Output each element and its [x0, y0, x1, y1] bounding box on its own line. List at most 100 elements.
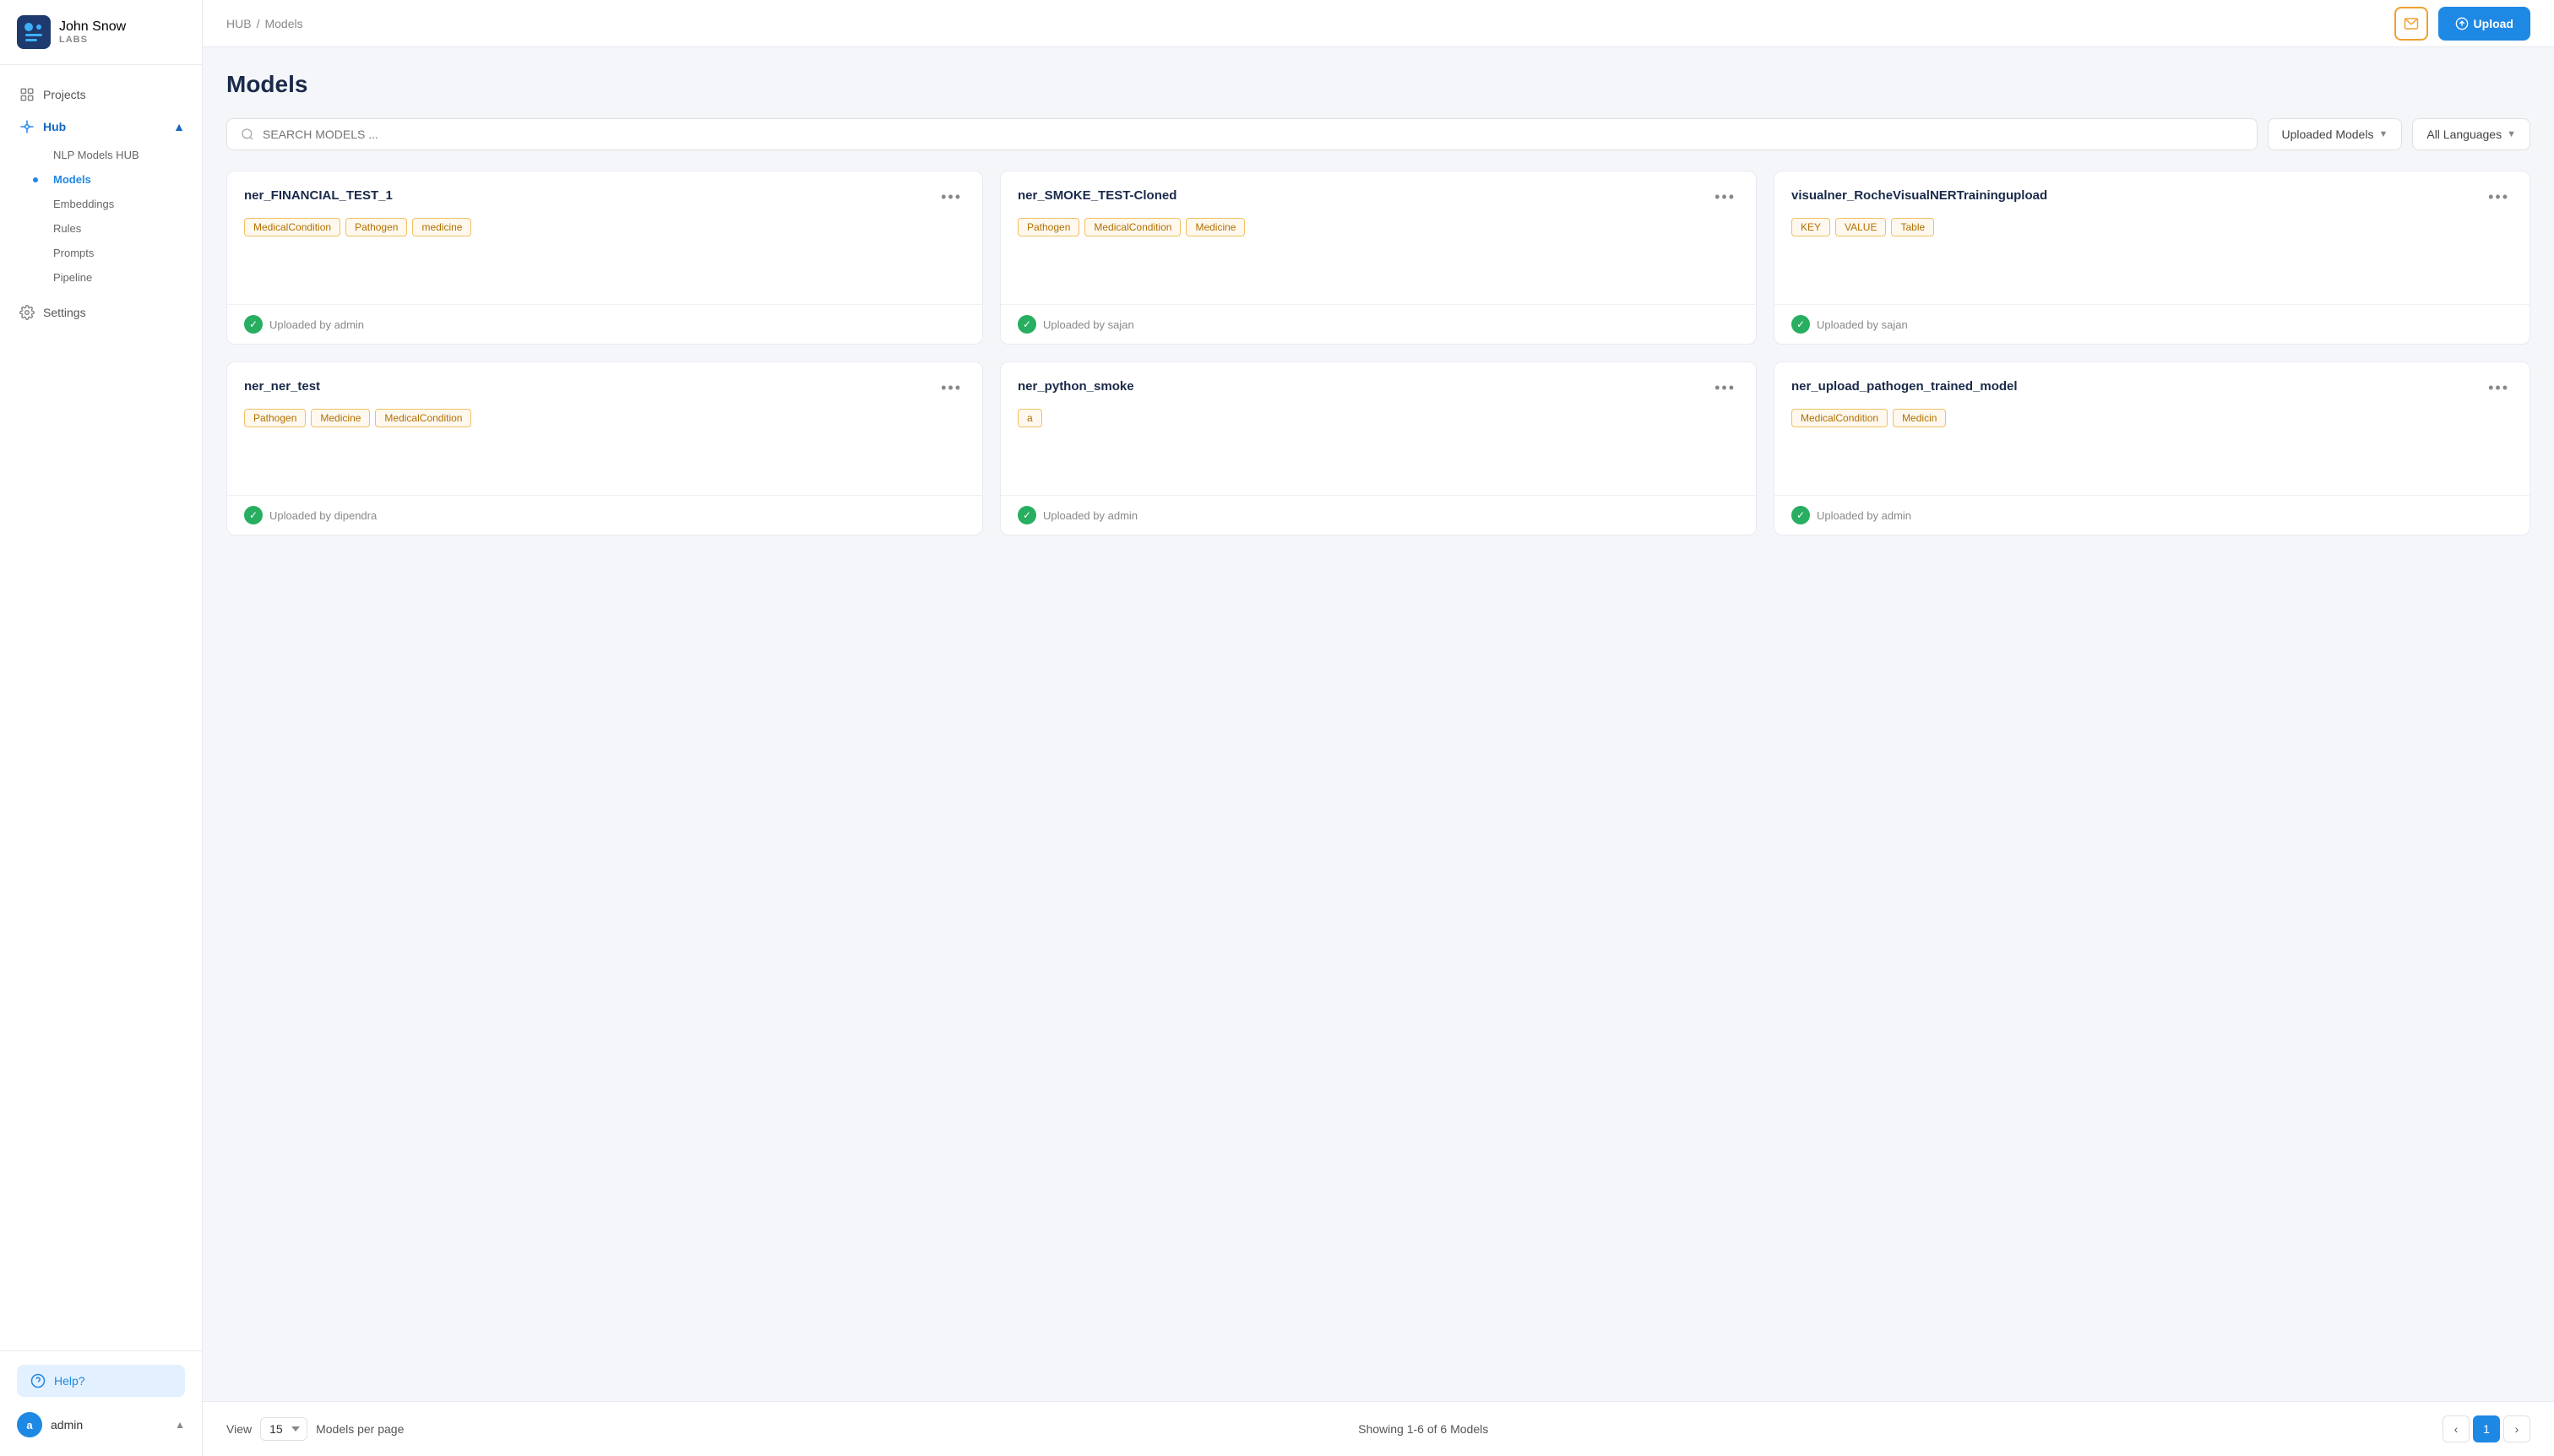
- sidebar-item-nlp-models-hub[interactable]: NLP Models HUB: [30, 143, 202, 167]
- sidebar-item-models[interactable]: Models: [30, 167, 202, 192]
- sidebar-item-settings[interactable]: Settings: [0, 296, 202, 329]
- card-spacer: [244, 236, 965, 287]
- breadcrumb: HUB / Models: [226, 17, 303, 30]
- card-body: ner_upload_pathogen_trained_model ••• Me…: [1774, 362, 2530, 495]
- sidebar-item-embeddings-label: Embeddings: [53, 198, 114, 210]
- card-header: ner_FINANCIAL_TEST_1 •••: [244, 188, 965, 206]
- sidebar-item-pipeline[interactable]: Pipeline: [30, 265, 202, 290]
- next-page-button[interactable]: ›: [2503, 1415, 2530, 1442]
- card-tags: Pathogen MedicalCondition Medicine: [1018, 218, 1739, 236]
- card-menu-button[interactable]: •••: [2485, 188, 2513, 206]
- logo-icon: [17, 15, 51, 49]
- email-button[interactable]: [2394, 7, 2428, 41]
- uploaded-by: Uploaded by dipendra: [269, 509, 377, 522]
- uploaded-models-filter[interactable]: Uploaded Models ▼: [2268, 118, 2403, 150]
- logo-snow: Snow: [92, 19, 126, 34]
- sidebar-item-settings-label: Settings: [43, 306, 86, 319]
- upload-label: Upload: [2474, 17, 2513, 30]
- logo-john: John: [59, 19, 89, 34]
- help-button[interactable]: Help?: [17, 1365, 185, 1397]
- tag: Medicine: [311, 409, 370, 427]
- card-title: ner_python_smoke: [1018, 379, 1711, 394]
- card-title: ner_SMOKE_TEST-Cloned: [1018, 188, 1711, 203]
- card-title: ner_upload_pathogen_trained_model: [1791, 379, 2485, 394]
- user-name: admin: [51, 1418, 166, 1432]
- upload-button[interactable]: Upload: [2438, 7, 2530, 41]
- card-menu-button[interactable]: •••: [937, 379, 965, 397]
- all-languages-label: All Languages: [2426, 128, 2502, 141]
- card-footer: ✓ Uploaded by sajan: [1001, 304, 1756, 344]
- main-content: HUB / Models Upload Models Uploaded Mode…: [203, 0, 2554, 1456]
- hub-subnav: NLP Models HUB Models Embeddings Rules P…: [0, 143, 202, 290]
- card-footer: ✓ Uploaded by dipendra: [227, 495, 982, 535]
- help-icon: [30, 1373, 46, 1388]
- tag: Medicin: [1893, 409, 1946, 427]
- card-tags: a: [1018, 409, 1739, 427]
- per-page-select[interactable]: 15 10 25 50: [260, 1417, 307, 1441]
- upload-icon: [2455, 17, 2469, 30]
- card-spacer: [1018, 427, 1739, 478]
- card-menu-button[interactable]: •••: [1711, 188, 1739, 206]
- per-page-section: View 15 10 25 50 Models per page: [226, 1417, 404, 1441]
- status-icon: ✓: [244, 506, 263, 524]
- card-footer: ✓ Uploaded by admin: [1774, 495, 2530, 535]
- user-chevron-icon: ▲: [175, 1419, 185, 1431]
- model-grid: ner_FINANCIAL_TEST_1 ••• MedicalConditio…: [226, 171, 2530, 535]
- breadcrumb-hub[interactable]: HUB: [226, 17, 252, 30]
- card-body: ner_SMOKE_TEST-Cloned ••• Pathogen Medica…: [1001, 171, 1756, 304]
- sidebar-item-projects[interactable]: Projects: [0, 79, 202, 111]
- tag: Pathogen: [1018, 218, 1079, 236]
- logo-text: John Snow LABS: [59, 19, 126, 45]
- sidebar: John Snow LABS Projects Hub ▲ NLP Models…: [0, 0, 203, 1456]
- card-body: ner_python_smoke ••• a: [1001, 362, 1756, 495]
- page-1-button[interactable]: 1: [2473, 1415, 2500, 1442]
- tag: MedicalCondition: [1084, 218, 1181, 236]
- card-body: ner_FINANCIAL_TEST_1 ••• MedicalConditio…: [227, 171, 982, 304]
- sidebar-bottom: Help? a admin ▲: [0, 1350, 202, 1456]
- uploaded-by: Uploaded by admin: [269, 318, 364, 331]
- card-tags: MedicalConditionPathogenmedicine: [244, 218, 965, 236]
- card-spacer: [1791, 236, 2513, 287]
- model-card: ner_ner_test ••• PathogenMedicineMedical…: [226, 361, 983, 535]
- tag: VALUE: [1835, 218, 1886, 236]
- tag: MedicalCondition: [244, 218, 340, 236]
- tag: MedicalCondition: [375, 409, 471, 427]
- model-card: visualner_RocheVisualNERTrainingupload •…: [1774, 171, 2530, 345]
- filter2-chevron-icon: ▼: [2507, 129, 2516, 139]
- card-tags: KEYVALUETable: [1791, 218, 2513, 236]
- breadcrumb-sep: /: [257, 17, 260, 30]
- all-languages-filter[interactable]: All Languages ▼: [2412, 118, 2530, 150]
- tag: a: [1018, 409, 1042, 427]
- sidebar-item-embeddings[interactable]: Embeddings: [30, 192, 202, 216]
- user-avatar: a: [17, 1412, 42, 1437]
- card-tags: MedicalConditionMedicin: [1791, 409, 2513, 427]
- card-header: visualner_RocheVisualNERTrainingupload •…: [1791, 188, 2513, 206]
- sidebar-item-projects-label: Projects: [43, 88, 86, 101]
- sidebar-item-rules[interactable]: Rules: [30, 216, 202, 241]
- user-row[interactable]: a admin ▲: [17, 1407, 185, 1442]
- card-menu-button[interactable]: •••: [1711, 379, 1739, 397]
- card-footer: ✓ Uploaded by admin: [1001, 495, 1756, 535]
- prev-page-button[interactable]: ‹: [2443, 1415, 2470, 1442]
- search-box: [226, 118, 2258, 150]
- uploaded-models-label: Uploaded Models: [2282, 128, 2374, 141]
- sidebar-item-prompts[interactable]: Prompts: [30, 241, 202, 265]
- sidebar-item-hub[interactable]: Hub ▲: [0, 111, 202, 143]
- model-card: ner_FINANCIAL_TEST_1 ••• MedicalConditio…: [226, 171, 983, 345]
- search-input[interactable]: [263, 128, 2243, 141]
- tag: KEY: [1791, 218, 1830, 236]
- toolbar: Uploaded Models ▼ All Languages ▼: [226, 118, 2530, 150]
- uploaded-by: Uploaded by admin: [1817, 509, 1911, 522]
- card-footer: ✓ Uploaded by sajan: [1774, 304, 2530, 344]
- tag: medicine: [412, 218, 471, 236]
- sidebar-item-nlp-label: NLP Models HUB: [53, 149, 139, 161]
- model-card: ner_python_smoke ••• a ✓ Uploaded by adm…: [1000, 361, 1757, 535]
- projects-icon: [19, 87, 35, 102]
- card-menu-button[interactable]: •••: [937, 188, 965, 206]
- tag: Medicine: [1186, 218, 1245, 236]
- card-menu-button[interactable]: •••: [2485, 379, 2513, 397]
- status-icon: ✓: [1018, 506, 1036, 524]
- topbar: HUB / Models Upload: [203, 0, 2554, 47]
- settings-icon: [19, 305, 35, 320]
- card-spacer: [1791, 427, 2513, 478]
